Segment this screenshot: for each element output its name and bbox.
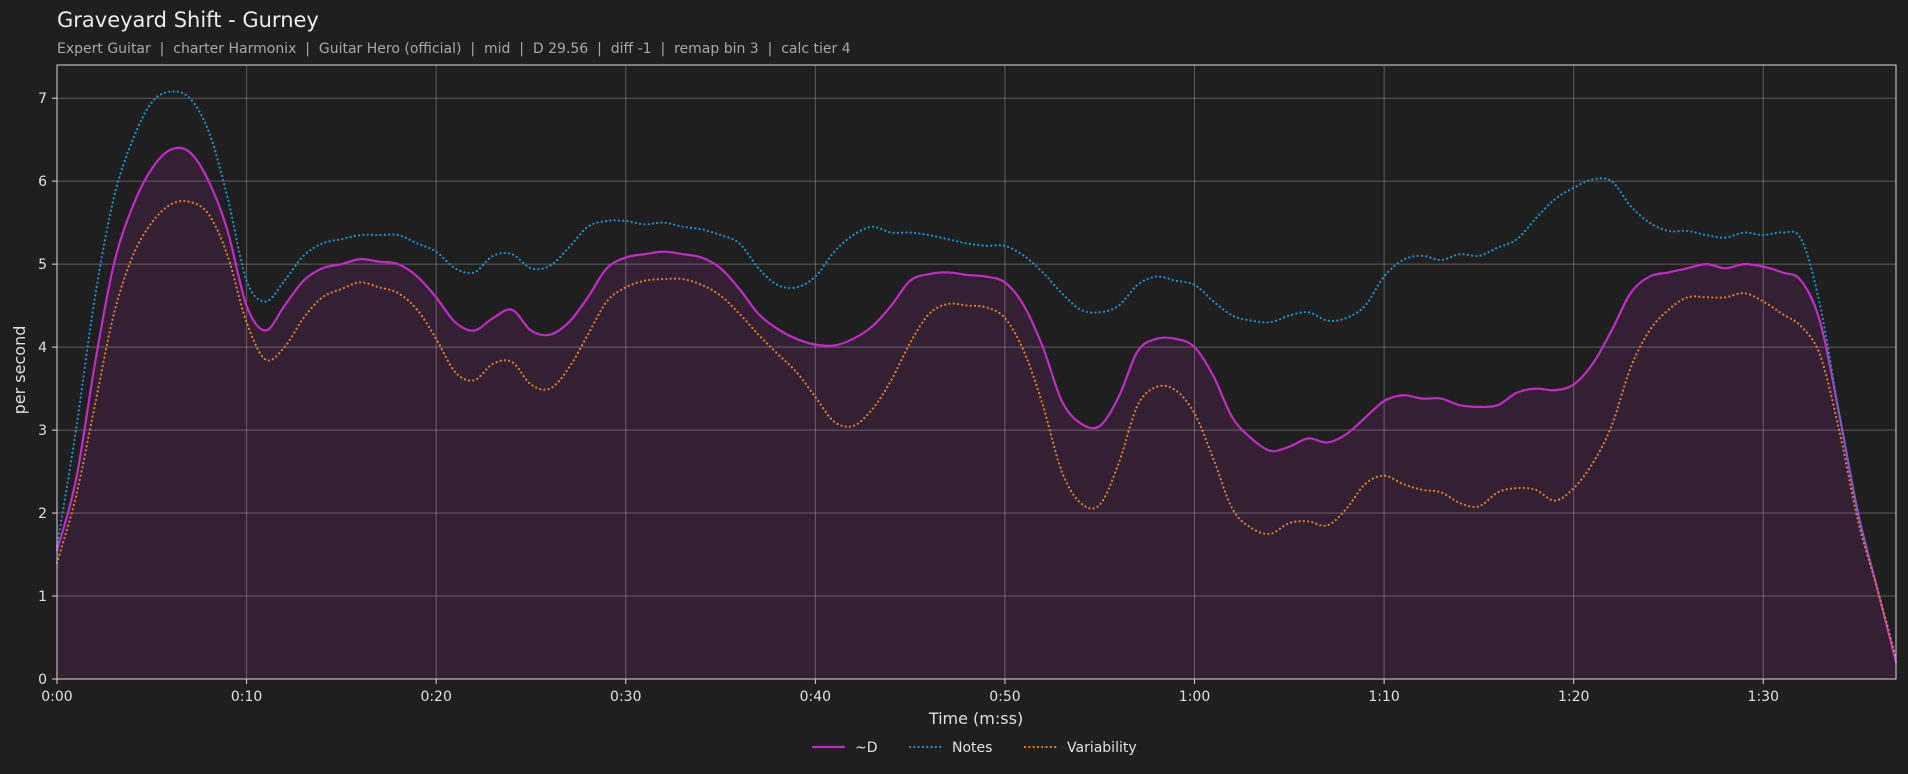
y-tick-label: 3 <box>38 423 47 439</box>
x-axis-label: Time (m:ss) <box>928 709 1023 728</box>
legend: ~D Notes Variability <box>811 740 1137 756</box>
x-tick-label: 0:20 <box>420 689 451 705</box>
y-tick-label: 4 <box>38 340 47 356</box>
x-tick-label: 0:40 <box>800 689 831 705</box>
line-chart: Graveyard Shift - Gurney Expert Guitar |… <box>10 8 1898 756</box>
x-tick-label: 0:00 <box>41 689 72 705</box>
y-tick-label: 7 <box>38 91 47 107</box>
legend-label: Notes <box>952 740 992 756</box>
x-tick-label: 1:00 <box>1179 689 1210 705</box>
chart-title: Graveyard Shift - Gurney <box>57 8 319 32</box>
y-tick-label: 5 <box>38 257 47 273</box>
x-tick-label: 1:30 <box>1748 689 1779 705</box>
y-axis-ticks: 0 1 2 3 4 5 6 7 <box>38 91 57 688</box>
series-fill-0 <box>57 147 1896 679</box>
legend-label: ~D <box>855 740 878 756</box>
x-tick-label: 1:10 <box>1368 689 1399 705</box>
y-tick-label: 6 <box>38 174 47 190</box>
x-tick-label: 0:50 <box>989 689 1020 705</box>
y-axis-label: per second <box>10 326 29 415</box>
chart-subtitle: Expert Guitar | charter Harmonix | Guita… <box>57 41 851 57</box>
y-tick-label: 2 <box>38 506 47 522</box>
y-tick-label: 0 <box>38 672 47 688</box>
x-tick-label: 0:30 <box>610 689 641 705</box>
legend-label: Variability <box>1067 740 1137 756</box>
x-axis-ticks: 0:00 0:10 0:20 0:30 0:40 0:50 1:00 1:10 1:20 1:30 <box>41 679 1779 705</box>
fill-area-group <box>57 147 1896 679</box>
x-tick-label: 1:20 <box>1558 689 1589 705</box>
x-tick-label: 0:10 <box>231 689 262 705</box>
y-tick-label: 1 <box>38 589 47 605</box>
